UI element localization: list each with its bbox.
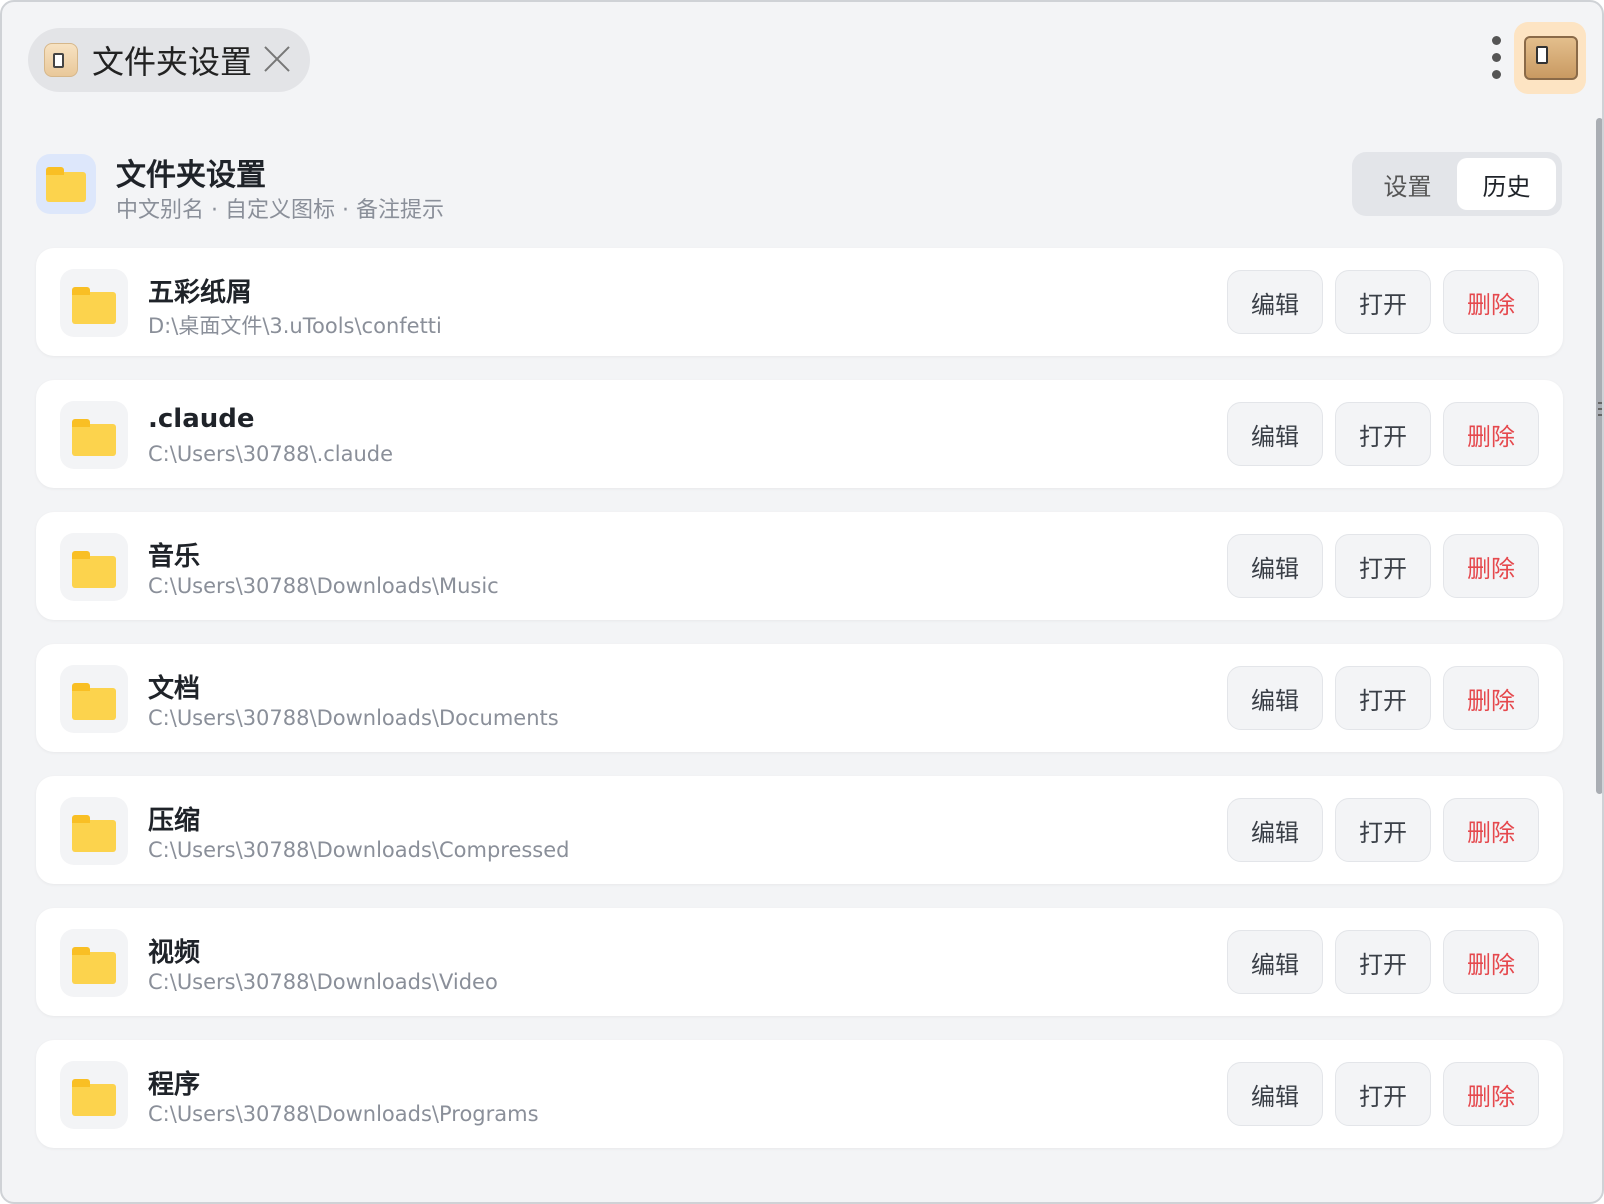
edit-button[interactable]: 编辑 bbox=[1227, 402, 1323, 466]
folder-icon bbox=[60, 269, 128, 337]
folder-path: C:\Users\30788\Downloads\Programs bbox=[148, 1102, 539, 1126]
page-subtitle: 中文别名 · 自定义图标 · 备注提示 bbox=[116, 198, 444, 223]
edit-button[interactable]: 编辑 bbox=[1227, 534, 1323, 598]
folder-list: 五彩纸屑 D:\桌面文件\3.uTools\confetti 编辑 打开 删除 … bbox=[36, 248, 1563, 1172]
folder-card: 视频 C:\Users\30788\Downloads\Video 编辑 打开 … bbox=[36, 908, 1563, 1016]
folder-name: 文档 bbox=[148, 674, 201, 704]
folder-icon bbox=[60, 665, 128, 733]
folder-path: C:\Users\30788\Downloads\Documents bbox=[148, 706, 559, 730]
folder-name: 压缩 bbox=[148, 806, 201, 836]
tab-title: 文件夹设置 bbox=[92, 43, 253, 81]
open-button[interactable]: 打开 bbox=[1335, 930, 1431, 994]
tab-history[interactable]: 历史 bbox=[1457, 158, 1556, 210]
edit-button[interactable]: 编辑 bbox=[1227, 930, 1323, 994]
folder-name: 程序 bbox=[148, 1070, 201, 1100]
app-window: 文件夹设置 文件夹设置 中文别名 · 自定义图标 · 备注提示 设置 历史 五彩… bbox=[0, 0, 1604, 1204]
folder-path: C:\Users\30788\Downloads\Compressed bbox=[148, 838, 570, 862]
folder-actions: 编辑 打开 删除 bbox=[1227, 1062, 1539, 1126]
folder-path: D:\桌面文件\3.uTools\confetti bbox=[148, 314, 442, 338]
folder-actions: 编辑 打开 删除 bbox=[1227, 798, 1539, 862]
scrollbar-thumb[interactable] bbox=[1596, 118, 1602, 794]
folder-path: C:\Users\30788\Downloads\Video bbox=[148, 970, 498, 994]
folder-icon bbox=[60, 797, 128, 865]
folder-icon bbox=[60, 401, 128, 469]
folder-actions: 编辑 打开 删除 bbox=[1227, 930, 1539, 994]
view-switcher: 设置 历史 bbox=[1352, 152, 1562, 216]
app-logo-icon[interactable] bbox=[1514, 22, 1586, 94]
open-button[interactable]: 打开 bbox=[1335, 798, 1431, 862]
delete-button[interactable]: 删除 bbox=[1443, 1062, 1539, 1126]
edit-button[interactable]: 编辑 bbox=[1227, 270, 1323, 334]
folder-actions: 编辑 打开 删除 bbox=[1227, 270, 1539, 334]
open-button[interactable]: 打开 bbox=[1335, 1062, 1431, 1126]
folder-actions: 编辑 打开 删除 bbox=[1227, 534, 1539, 598]
window-tab[interactable]: 文件夹设置 bbox=[28, 28, 310, 92]
open-button[interactable]: 打开 bbox=[1335, 666, 1431, 730]
delete-button[interactable]: 删除 bbox=[1443, 402, 1539, 466]
edit-button[interactable]: 编辑 bbox=[1227, 1062, 1323, 1126]
folder-icon bbox=[60, 1061, 128, 1129]
folder-card: .claude C:\Users\30788\.claude 编辑 打开 删除 bbox=[36, 380, 1563, 488]
folder-name: 音乐 bbox=[148, 542, 201, 572]
delete-button[interactable]: 删除 bbox=[1443, 930, 1539, 994]
folder-name: 五彩纸屑 bbox=[148, 278, 253, 308]
folder-card: 压缩 C:\Users\30788\Downloads\Compressed 编… bbox=[36, 776, 1563, 884]
delete-button[interactable]: 删除 bbox=[1443, 798, 1539, 862]
folder-path: C:\Users\30788\.claude bbox=[148, 442, 394, 466]
edit-button[interactable]: 编辑 bbox=[1227, 798, 1323, 862]
open-button[interactable]: 打开 bbox=[1335, 534, 1431, 598]
app-tab-icon bbox=[44, 43, 78, 77]
tab-settings[interactable]: 设置 bbox=[1358, 158, 1457, 210]
folder-path: C:\Users\30788\Downloads\Music bbox=[148, 574, 499, 598]
delete-button[interactable]: 删除 bbox=[1443, 534, 1539, 598]
folder-actions: 编辑 打开 删除 bbox=[1227, 666, 1539, 730]
page-title: 文件夹设置 bbox=[116, 158, 266, 193]
delete-button[interactable]: 删除 bbox=[1443, 666, 1539, 730]
delete-button[interactable]: 删除 bbox=[1443, 270, 1539, 334]
folder-card: 文档 C:\Users\30788\Downloads\Documents 编辑… bbox=[36, 644, 1563, 752]
folder-card: 五彩纸屑 D:\桌面文件\3.uTools\confetti 编辑 打开 删除 bbox=[36, 248, 1563, 356]
folder-icon bbox=[36, 154, 96, 214]
folder-icon bbox=[60, 533, 128, 601]
scrollbar-grip-icon bbox=[1598, 402, 1602, 428]
folder-name: 视频 bbox=[148, 938, 201, 968]
close-icon[interactable] bbox=[262, 44, 292, 74]
open-button[interactable]: 打开 bbox=[1335, 402, 1431, 466]
edit-button[interactable]: 编辑 bbox=[1227, 666, 1323, 730]
folder-name: .claude bbox=[148, 404, 255, 434]
folder-icon bbox=[60, 929, 128, 997]
folder-card: 音乐 C:\Users\30788\Downloads\Music 编辑 打开 … bbox=[36, 512, 1563, 620]
more-menu-icon[interactable] bbox=[1489, 36, 1503, 80]
open-button[interactable]: 打开 bbox=[1335, 270, 1431, 334]
folder-actions: 编辑 打开 删除 bbox=[1227, 402, 1539, 466]
folder-card: 程序 C:\Users\30788\Downloads\Programs 编辑 … bbox=[36, 1040, 1563, 1148]
